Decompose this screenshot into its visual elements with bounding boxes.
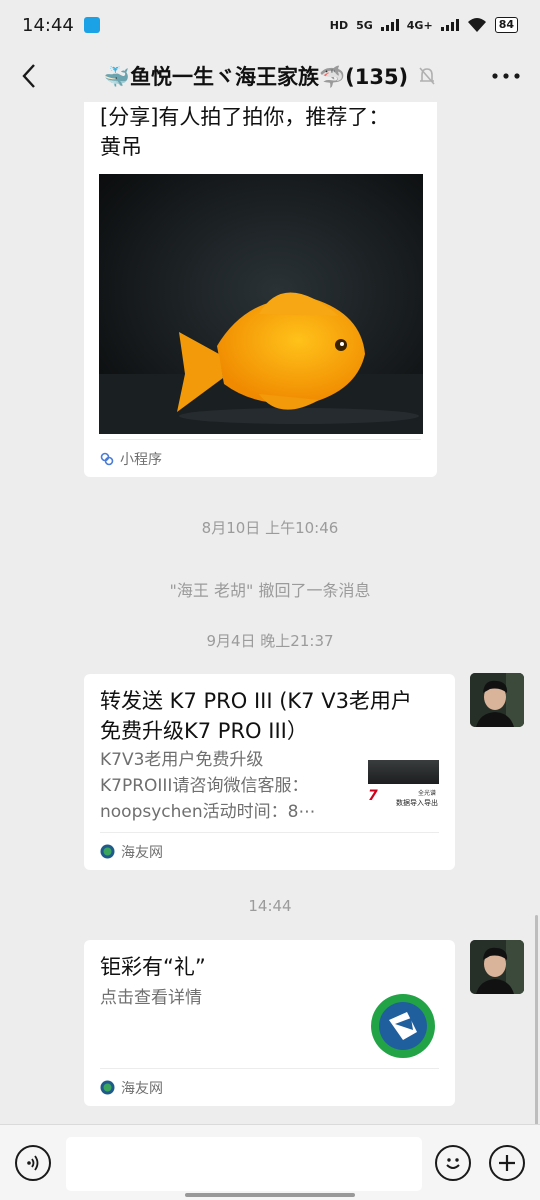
chat-title: 🐳鱼悦一生ヾ海王家族🦈(135) <box>103 65 409 89</box>
article-card-1[interactable]: 转发送 K7 PRO III (K7 V3老用户 免费升级K7 PRO III）… <box>84 674 455 870</box>
source-logo-icon <box>100 844 115 859</box>
share-card-title-1: [分享]有人拍了拍你，推荐了： <box>100 105 390 129</box>
emoji-button[interactable] <box>435 1145 471 1181</box>
article-2-footer: 海友网 <box>100 1068 439 1106</box>
thumbnail-text-2: 数据导入导出 <box>396 799 438 807</box>
article-card-2[interactable]: 钜彩有“礼” 点击查看详情 海友网 <box>84 940 455 1106</box>
bell-muted-icon <box>419 67 435 85</box>
user-avatar-photo <box>470 940 524 994</box>
article-1-thumbnail: 7 全光谱 数据导入导出 <box>368 758 439 822</box>
recall-notice: "海王 老胡" 撤回了一条消息 <box>169 581 371 600</box>
article-1-desc-3: noopsychen活动时间：8⋯ <box>100 802 316 822</box>
network-5g-label: 5G <box>356 18 373 32</box>
share-card-title-2: 黄吊 <box>100 135 142 159</box>
article-2-title: 钜彩有“礼” <box>100 955 206 979</box>
more-button[interactable] <box>486 61 526 91</box>
status-time: 14:44 <box>22 14 74 36</box>
scrollbar[interactable] <box>535 915 538 1125</box>
signal-5g-icon <box>380 19 399 31</box>
home-indicator[interactable] <box>185 1193 355 1197</box>
input-bar <box>0 1124 540 1200</box>
signal-4g-icon <box>440 19 459 31</box>
back-button[interactable] <box>14 61 44 91</box>
article-1-source: 海友网 <box>121 844 163 861</box>
timestamp-2: 9月4日 晚上21:37 <box>206 632 334 650</box>
fish-photo <box>99 174 423 434</box>
status-indicators: HD 5G 4G+ 84 <box>330 17 518 33</box>
chat-header: 🐳鱼悦一生ヾ海王家族🦈(135) <box>0 50 540 102</box>
thumbnail-mark: 7 <box>368 788 378 804</box>
more-dots-icon <box>492 73 520 79</box>
timestamp-1: 8月10日 上午10:46 <box>201 519 339 537</box>
article-1-footer: 海友网 <box>100 832 439 870</box>
user-avatar-photo <box>470 673 524 727</box>
share-card-source: 小程序 <box>120 451 162 468</box>
plus-icon <box>499 1155 515 1171</box>
voice-button[interactable] <box>15 1145 51 1181</box>
network-4g-label: 4G+ <box>406 18 433 32</box>
wifi-icon <box>467 18 486 32</box>
article-1-title-1: 转发送 K7 PRO III (K7 V3老用户 <box>100 689 412 713</box>
battery-icon: 84 <box>494 17 518 33</box>
plus-button[interactable] <box>489 1145 525 1181</box>
voice-icon <box>27 1155 39 1171</box>
avatar[interactable] <box>470 940 524 994</box>
emoji-icon <box>446 1158 460 1169</box>
thumbnail-text-1: 全光谱 <box>418 790 437 797</box>
mini-program-icon <box>100 452 114 465</box>
back-arrow-icon <box>22 64 35 88</box>
share-card[interactable]: [分享]有人拍了拍你，推荐了： 黄吊 小程序 <box>84 102 437 477</box>
avatar[interactable] <box>470 673 524 727</box>
message-input[interactable] <box>66 1137 422 1191</box>
article-2-desc: 点击查看详情 <box>100 988 202 1008</box>
status-bar: 14:44 HD 5G 4G+ 84 <box>0 0 540 50</box>
article-1-desc-1: K7V3老用户免费升级 <box>100 750 264 770</box>
article-1-desc-2: K7PROIII请咨询微信客服： <box>100 776 309 796</box>
hd-label: HD <box>329 18 349 32</box>
app-notification-icon <box>83 17 100 33</box>
timestamp-3: 14:44 <box>248 897 292 915</box>
article-1-title-2: 免费升级K7 PRO III） <box>100 719 308 743</box>
article-2-thumbnail <box>367 990 439 1062</box>
source-logo-icon <box>100 1080 115 1095</box>
article-2-source: 海友网 <box>121 1080 163 1097</box>
share-card-footer: 小程序 <box>100 439 421 477</box>
